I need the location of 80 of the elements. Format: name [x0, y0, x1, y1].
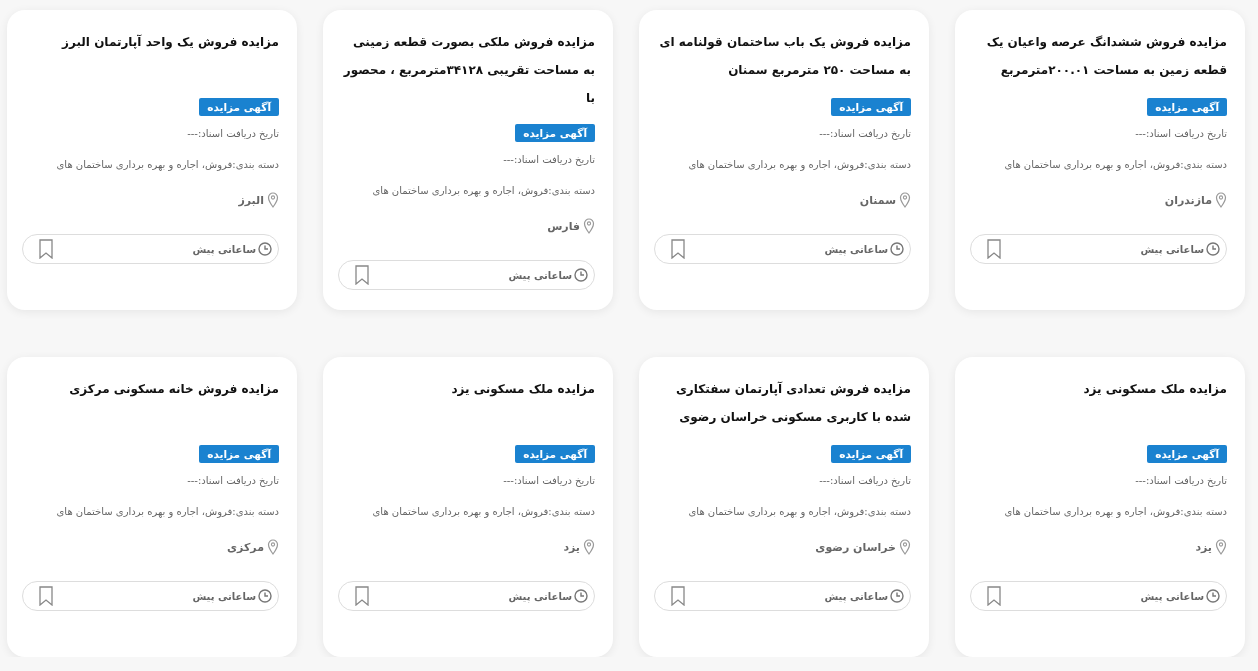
- card-title[interactable]: مزایده فروش یک باب ساختمان قولنامه ای به مساحت ۲۵۰ مترمربع سمنان: [655, 28, 911, 86]
- auction-badge: آگهی مزایده: [1147, 445, 1227, 463]
- auction-badge: آگهی مزایده: [1147, 98, 1227, 116]
- location-text: مرکزی: [227, 540, 264, 554]
- category-text: دسته بندی:فروش، اجاره و بهره برداری ساختمان های: [372, 185, 595, 196]
- location-pin-icon: [267, 192, 279, 208]
- location-text: یزد: [1195, 540, 1212, 554]
- category-text: دسته بندی:فروش، اجاره و بهره برداری ساختمان های: [688, 159, 911, 170]
- time-text: ساعاتی پیش: [1140, 243, 1204, 255]
- category-text: دسته بندی:فروش، اجاره و بهره برداری ساختمان های: [56, 506, 279, 517]
- time-text: ساعاتی پیش: [508, 590, 572, 602]
- document-date: تاریخ دریافت اسناد:---: [503, 154, 595, 165]
- clock-icon: [574, 589, 588, 603]
- bookmark-icon: [987, 239, 1001, 259]
- category-text: دسته بندی:فروش، اجاره و بهره برداری ساختمان های: [688, 506, 911, 517]
- auction-badge: آگهی مزایده: [199, 445, 279, 463]
- bookmark-icon: [39, 239, 53, 259]
- bookmark-button[interactable]: [987, 586, 1001, 606]
- card-title[interactable]: مزایده فروش خانه مسکونی مرکزی: [23, 375, 279, 433]
- bookmark-button[interactable]: [39, 239, 53, 259]
- card-title[interactable]: مزایده فروش یک واحد آپارتمان البرز: [23, 28, 279, 86]
- time-text: ساعاتی پیش: [1140, 590, 1204, 602]
- bookmark-button[interactable]: [987, 239, 1001, 259]
- location-pin-icon: [1215, 192, 1227, 208]
- category-text: دسته بندی:فروش، اجاره و بهره برداری ساختمان های: [1004, 506, 1227, 517]
- time-text: ساعاتی پیش: [824, 243, 888, 255]
- location-pin-icon: [267, 539, 279, 555]
- auction-badge: آگهی مزایده: [199, 98, 279, 116]
- bookmark-button[interactable]: [355, 265, 369, 285]
- document-date: تاریخ دریافت اسناد:---: [187, 475, 279, 486]
- card-title[interactable]: مزایده فروش ملکی بصورت قطعه زمینی به مساحت تقریبی ۳۴۱۲۸مترمربع ، محصور با: [339, 28, 595, 112]
- location-text: خراسان رضوی: [815, 540, 896, 554]
- location-pin-icon: [899, 192, 911, 208]
- clock-icon: [1206, 242, 1220, 256]
- bookmark-button[interactable]: [671, 239, 685, 259]
- bookmark-icon: [39, 586, 53, 606]
- location-text: البرز: [238, 193, 264, 207]
- clock-icon: [890, 242, 904, 256]
- bookmark-icon: [355, 265, 369, 285]
- card-title[interactable]: مزایده ملک مسکونی یزد: [339, 375, 595, 433]
- document-date: تاریخ دریافت اسناد:---: [503, 475, 595, 486]
- auction-badge: آگهی مزایده: [515, 124, 595, 142]
- bookmark-icon: [671, 239, 685, 259]
- location-text: سمنان: [859, 193, 896, 207]
- card-title[interactable]: مزایده فروش تعدادی آپارتمان سفتکاری شده با کاربری مسکونی خراسان رضوی: [655, 375, 911, 433]
- location-pin-icon: [583, 539, 595, 555]
- document-date: تاریخ دریافت اسناد:---: [1135, 475, 1227, 486]
- clock-icon: [258, 589, 272, 603]
- category-text: دسته بندی:فروش، اجاره و بهره برداری ساختمان های: [56, 159, 279, 170]
- bookmark-icon: [671, 586, 685, 606]
- location-text: مازندران: [1164, 193, 1212, 207]
- document-date: تاریخ دریافت اسناد:---: [819, 128, 911, 139]
- bookmark-button[interactable]: [355, 586, 369, 606]
- category-text: دسته بندی:فروش، اجاره و بهره برداری ساختمان های: [1004, 159, 1227, 170]
- location-pin-icon: [1215, 539, 1227, 555]
- clock-icon: [574, 268, 588, 282]
- time-text: ساعاتی پیش: [192, 243, 256, 255]
- bookmark-icon: [987, 586, 1001, 606]
- auction-badge: آگهی مزایده: [515, 445, 595, 463]
- document-date: تاریخ دریافت اسناد:---: [1135, 128, 1227, 139]
- bookmark-button[interactable]: [671, 586, 685, 606]
- card-title[interactable]: مزایده فروش ششدانگ عرصه واعیان یک قطعه زمین به مساحت ۲۰۰.۰۱مترمربع: [971, 28, 1227, 86]
- time-text: ساعاتی پیش: [508, 269, 572, 281]
- card-title[interactable]: مزایده ملک مسکونی یزد: [971, 375, 1227, 433]
- location-text: فارس: [547, 219, 580, 233]
- clock-icon: [1206, 589, 1220, 603]
- document-date: تاریخ دریافت اسناد:---: [187, 128, 279, 139]
- time-text: ساعاتی پیش: [192, 590, 256, 602]
- location-text: یزد: [563, 540, 580, 554]
- document-date: تاریخ دریافت اسناد:---: [819, 475, 911, 486]
- bookmark-button[interactable]: [39, 586, 53, 606]
- bookmark-icon: [355, 586, 369, 606]
- auction-badge: آگهی مزایده: [831, 98, 911, 116]
- location-pin-icon: [899, 539, 911, 555]
- clock-icon: [890, 589, 904, 603]
- location-pin-icon: [583, 218, 595, 234]
- time-text: ساعاتی پیش: [824, 590, 888, 602]
- clock-icon: [258, 242, 272, 256]
- category-text: دسته بندی:فروش، اجاره و بهره برداری ساختمان های: [372, 506, 595, 517]
- auction-badge: آگهی مزایده: [831, 445, 911, 463]
